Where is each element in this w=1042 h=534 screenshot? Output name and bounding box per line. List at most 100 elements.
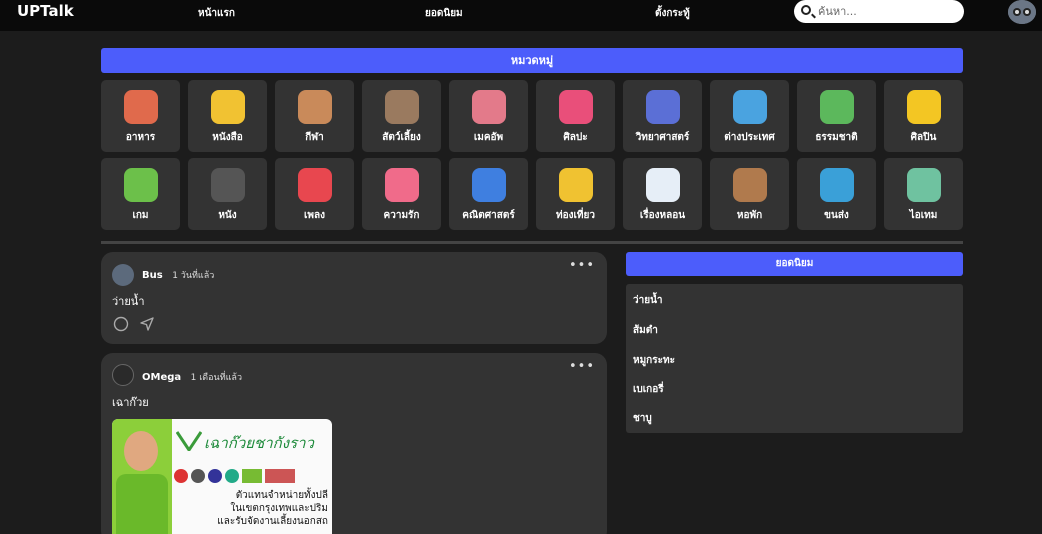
plant-icon [820, 90, 854, 124]
popular-item[interactable]: ส้มตำ [633, 323, 658, 338]
post-author[interactable]: OMega 1 เดือนที่แล้ว [142, 370, 242, 384]
category-star[interactable]: ศิลปิน [884, 80, 963, 152]
category-label: หนัง [218, 210, 237, 221]
category-label: ไอเทม [909, 210, 938, 221]
category-label: หอพัก [736, 210, 763, 221]
nav-home-link[interactable]: หน้าแรก [198, 6, 235, 21]
calculator-icon [472, 168, 506, 202]
popular-item[interactable]: ว่ายน้ำ [633, 293, 663, 308]
category-food[interactable]: อาหาร [101, 80, 180, 152]
partner-logos [174, 469, 329, 485]
items-icon [907, 168, 941, 202]
category-music[interactable]: เพลง [275, 158, 354, 230]
category-label: เกม [132, 210, 149, 221]
category-game[interactable]: เกม [101, 158, 180, 230]
post-menu-icon[interactable]: ••• [569, 258, 595, 273]
category-label: สัตว์เลี้ยง [382, 132, 421, 143]
ad-line: ตัวแทนจำหน่ายทั้งปลี [235, 490, 328, 501]
category-label: ความรัก [383, 210, 420, 221]
music-icon [298, 168, 332, 202]
heart-icon [385, 168, 419, 202]
category-label: ท่องเที่ยว [556, 210, 595, 221]
ad-line: และรับจัดงานเลี้ยงนอกสถ [217, 516, 328, 527]
search-icon [801, 5, 811, 15]
category-plant[interactable]: ธรรมชาติ [797, 80, 876, 152]
globe-icon [733, 90, 767, 124]
share-icon[interactable] [139, 316, 155, 332]
ad-text: ตัวแทนจำหน่ายทั้งปลี ในเขตกรุงเทพและปริม… [217, 489, 328, 528]
nav-create-post-link[interactable]: ตั้งกระทู้ [655, 6, 690, 21]
post-menu-icon[interactable]: ••• [569, 359, 595, 374]
category-science[interactable]: วิทยาศาสตร์ [623, 80, 702, 152]
user-avatar[interactable] [1008, 0, 1036, 24]
science-icon [646, 90, 680, 124]
post-author[interactable]: Bus 1 วันที่แล้ว [142, 268, 214, 282]
art-icon [559, 90, 593, 124]
category-label: อาหาร [125, 132, 156, 143]
bus-icon [820, 168, 854, 202]
search-placeholder: ค้นหา... [818, 5, 857, 18]
category-label: ขนส่ง [824, 210, 849, 221]
post-author-name[interactable]: Bus [142, 270, 163, 281]
category-label: วิทยาศาสตร์ [635, 132, 690, 143]
category-bus[interactable]: ขนส่ง [797, 158, 876, 230]
post-author-avatar[interactable] [112, 364, 134, 386]
post-card[interactable]: Bus 1 วันที่แล้ว ••• ว่ายน้ำ [101, 252, 607, 344]
post-author-avatar[interactable] [112, 264, 134, 286]
category-calculator[interactable]: คณิตศาสตร์ [449, 158, 528, 230]
pets-icon [385, 90, 419, 124]
popular-item[interactable]: ชาบู [633, 411, 652, 426]
category-label: เพลง [303, 210, 326, 221]
avatar-icon [1008, 0, 1036, 24]
ad-brand: เฉาก๊วยชากังราว [204, 434, 314, 452]
camera-icon [211, 168, 245, 202]
post-text: ว่ายน้ำ [112, 295, 145, 308]
post-time: 1 เดือนที่แล้ว [190, 373, 242, 383]
star-icon [907, 90, 941, 124]
logo[interactable]: UPTalk [17, 2, 74, 20]
game-icon [124, 168, 158, 202]
popular-item[interactable]: เบเกอรี่ [633, 382, 664, 397]
ghost-icon [646, 168, 680, 202]
category-trophy[interactable]: กีฬา [275, 80, 354, 152]
luggage-icon [559, 168, 593, 202]
brand-logo-icon [176, 431, 202, 451]
category-pets[interactable]: สัตว์เลี้ยง [362, 80, 441, 152]
category-building[interactable]: หอพัก [710, 158, 789, 230]
trophy-icon [298, 90, 332, 124]
category-label: ต่างประเทศ [724, 132, 775, 143]
category-heart[interactable]: ความรัก [362, 158, 441, 230]
post-image[interactable]: เฉาก๊วยชากังราว ตัวแทนจำหน่ายทั้งปลี ในเ… [112, 419, 332, 534]
category-label: หนังสือ [212, 132, 243, 143]
search-input[interactable]: ค้นหา... [794, 0, 964, 23]
post-author-name[interactable]: OMega [142, 372, 181, 383]
comment-icon[interactable] [113, 316, 129, 332]
category-items[interactable]: ไอเทม [884, 158, 963, 230]
category-label: ธรรมชาติ [815, 132, 858, 143]
category-globe[interactable]: ต่างประเทศ [710, 80, 789, 152]
category-label: กีฬา [305, 132, 324, 143]
categories-header: หมวดหมู่ [101, 48, 963, 73]
category-luggage[interactable]: ท่องเที่ยว [536, 158, 615, 230]
popular-header: ยอดนิยม [626, 252, 963, 276]
category-label: คณิตศาสตร์ [462, 210, 515, 221]
category-book[interactable]: หนังสือ [188, 80, 267, 152]
book-icon [211, 90, 245, 124]
ad-line: ในเขตกรุงเทพและปริม [230, 503, 328, 514]
category-makeup[interactable]: เมคอัพ [449, 80, 528, 152]
nav-popular-link[interactable]: ยอดนิยม [425, 6, 463, 21]
food-icon [124, 90, 158, 124]
popular-item[interactable]: หมูกระทะ [633, 353, 675, 368]
category-ghost[interactable]: เรื่องหลอน [623, 158, 702, 230]
category-label: ศิลปิน [910, 132, 937, 143]
popular-list: ว่ายน้ำ ส้มตำ หมูกระทะ เบเกอรี่ ชาบู [626, 284, 963, 433]
category-label: ศิลปะ [563, 132, 588, 143]
top-nav: UPTalk หน้าแรก ยอดนิยม ตั้งกระทู้ ค้นหา.… [0, 0, 1042, 31]
category-camera[interactable]: หนัง [188, 158, 267, 230]
building-icon [733, 168, 767, 202]
post-time: 1 วันที่แล้ว [172, 271, 215, 281]
category-label: เมคอัพ [473, 132, 504, 143]
person-image [112, 419, 172, 534]
category-label: เรื่องหลอน [639, 210, 686, 221]
category-art[interactable]: ศิลปะ [536, 80, 615, 152]
